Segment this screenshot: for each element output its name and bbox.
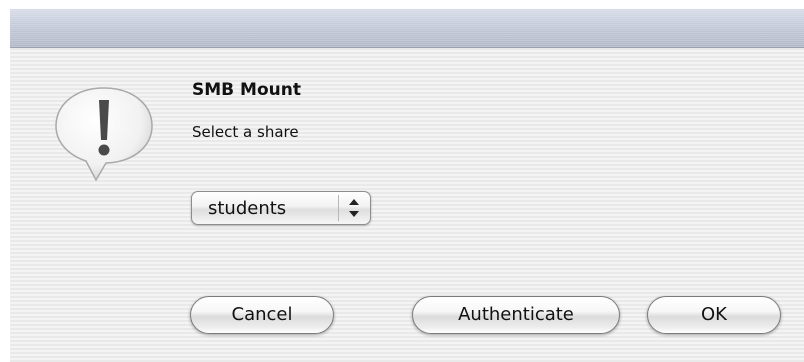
share-select-value: students: [208, 198, 287, 219]
dialog-message: Select a share: [192, 123, 299, 141]
window-titlebar[interactable]: [10, 9, 804, 48]
authenticate-button[interactable]: Authenticate: [412, 296, 620, 334]
cancel-button[interactable]: Cancel: [190, 296, 334, 334]
share-select[interactable]: students: [191, 191, 371, 225]
share-select-divider: [338, 195, 339, 221]
up-down-arrows-icon: [344, 196, 364, 220]
ok-button[interactable]: OK: [647, 296, 781, 334]
dialog-title: SMB Mount: [192, 80, 301, 100]
alert-icon: [52, 84, 156, 184]
